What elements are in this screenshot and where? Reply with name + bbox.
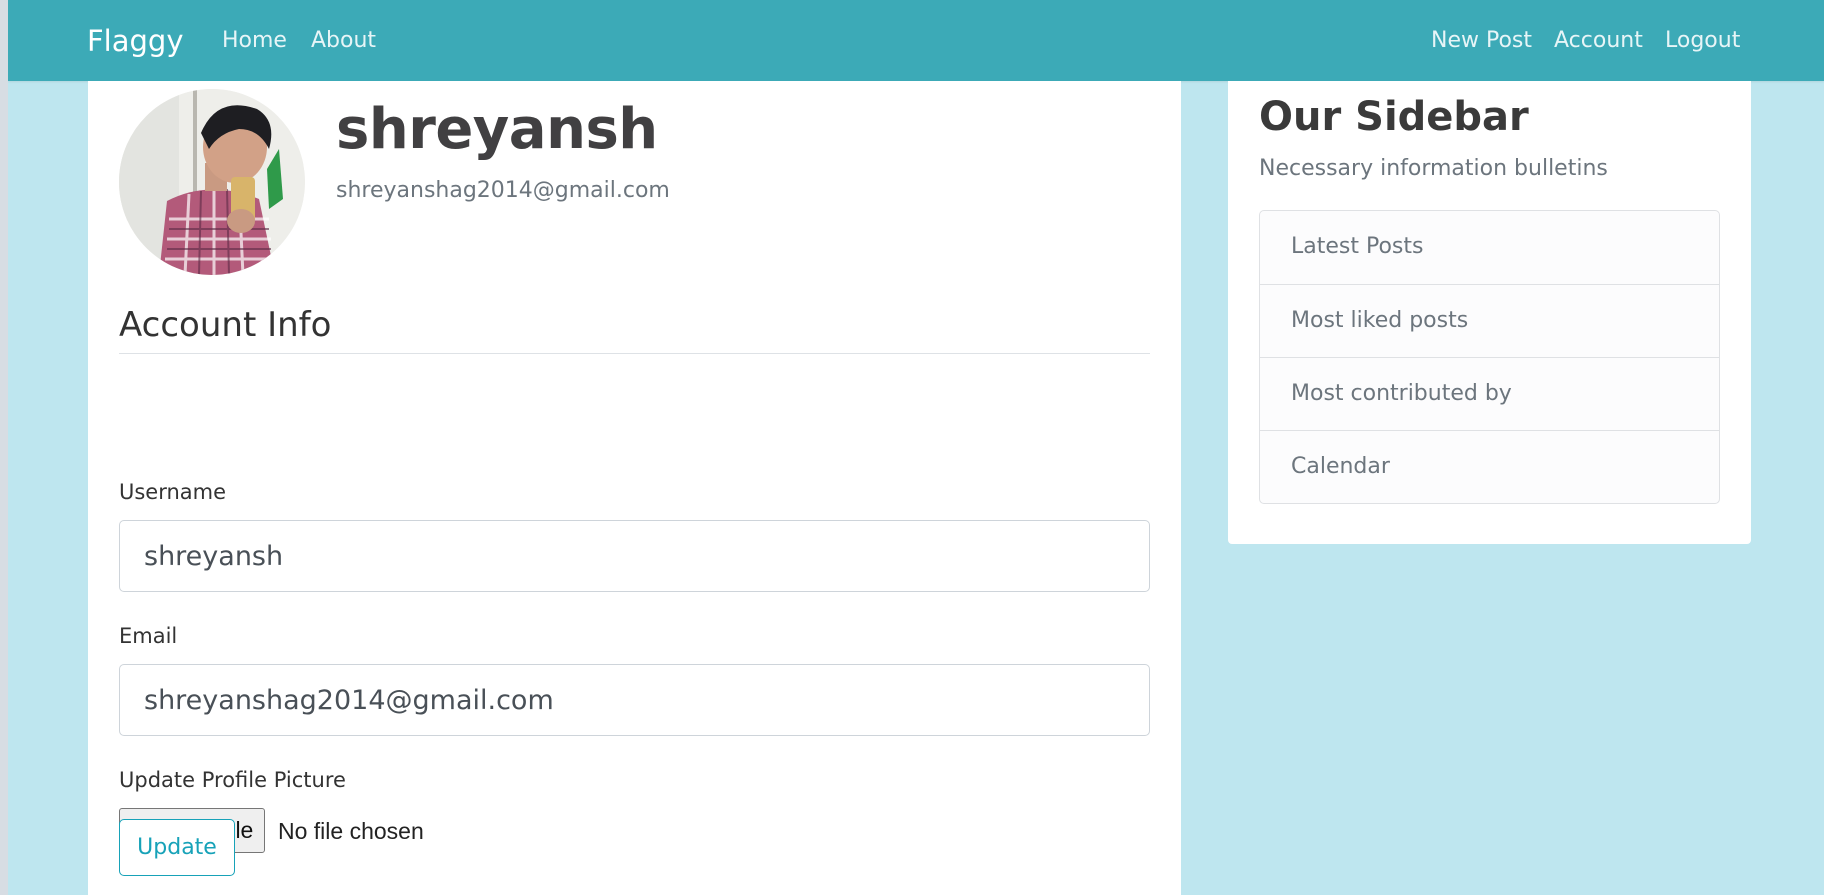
email-label: Email bbox=[119, 624, 178, 648]
sidebar-item-most-liked-posts[interactable]: Most liked posts bbox=[1260, 284, 1719, 357]
username-label: Username bbox=[119, 480, 227, 504]
top-navbar: Flaggy Home About New Post Account Logou… bbox=[8, 0, 1824, 81]
profile-email: shreyanshag2014@gmail.com bbox=[336, 178, 670, 203]
brand-link[interactable]: Flaggy bbox=[87, 21, 184, 61]
sidebar-list: Latest Posts Most liked posts Most contr… bbox=[1259, 210, 1720, 504]
sidebar-subtitle: Necessary information bulletins bbox=[1259, 156, 1608, 181]
account-info-heading: Account Info bbox=[119, 305, 332, 345]
user-photo-icon bbox=[119, 89, 305, 275]
nav-about-link[interactable]: About bbox=[311, 26, 376, 56]
email-input[interactable] bbox=[119, 664, 1150, 736]
sidebar-item-most-contributed-by[interactable]: Most contributed by bbox=[1260, 357, 1719, 430]
sidebar-title: Our Sidebar bbox=[1259, 94, 1529, 140]
profile-name: shreyansh bbox=[336, 97, 658, 162]
sidebar-item-calendar[interactable]: Calendar bbox=[1260, 430, 1719, 503]
sidebar-panel: Our Sidebar Necessary information bullet… bbox=[1228, 81, 1751, 544]
profile-picture-label: Update Profile Picture bbox=[119, 768, 346, 792]
window-edge bbox=[0, 0, 8, 895]
profile-avatar bbox=[119, 89, 305, 275]
nav-home-link[interactable]: Home bbox=[222, 26, 287, 56]
update-button[interactable]: Update bbox=[119, 819, 235, 876]
nav-logout-link[interactable]: Logout bbox=[1665, 26, 1740, 56]
username-input[interactable] bbox=[119, 520, 1150, 592]
file-status-text: No file chosen bbox=[278, 818, 424, 844]
page: Flaggy Home About New Post Account Logou… bbox=[8, 0, 1824, 895]
sidebar-item-latest-posts[interactable]: Latest Posts bbox=[1260, 211, 1719, 284]
nav-account-link[interactable]: Account bbox=[1554, 26, 1643, 56]
nav-new-post-link[interactable]: New Post bbox=[1431, 26, 1532, 56]
section-divider bbox=[119, 353, 1150, 354]
account-content-card: shreyansh shreyanshag2014@gmail.com Acco… bbox=[88, 81, 1181, 895]
